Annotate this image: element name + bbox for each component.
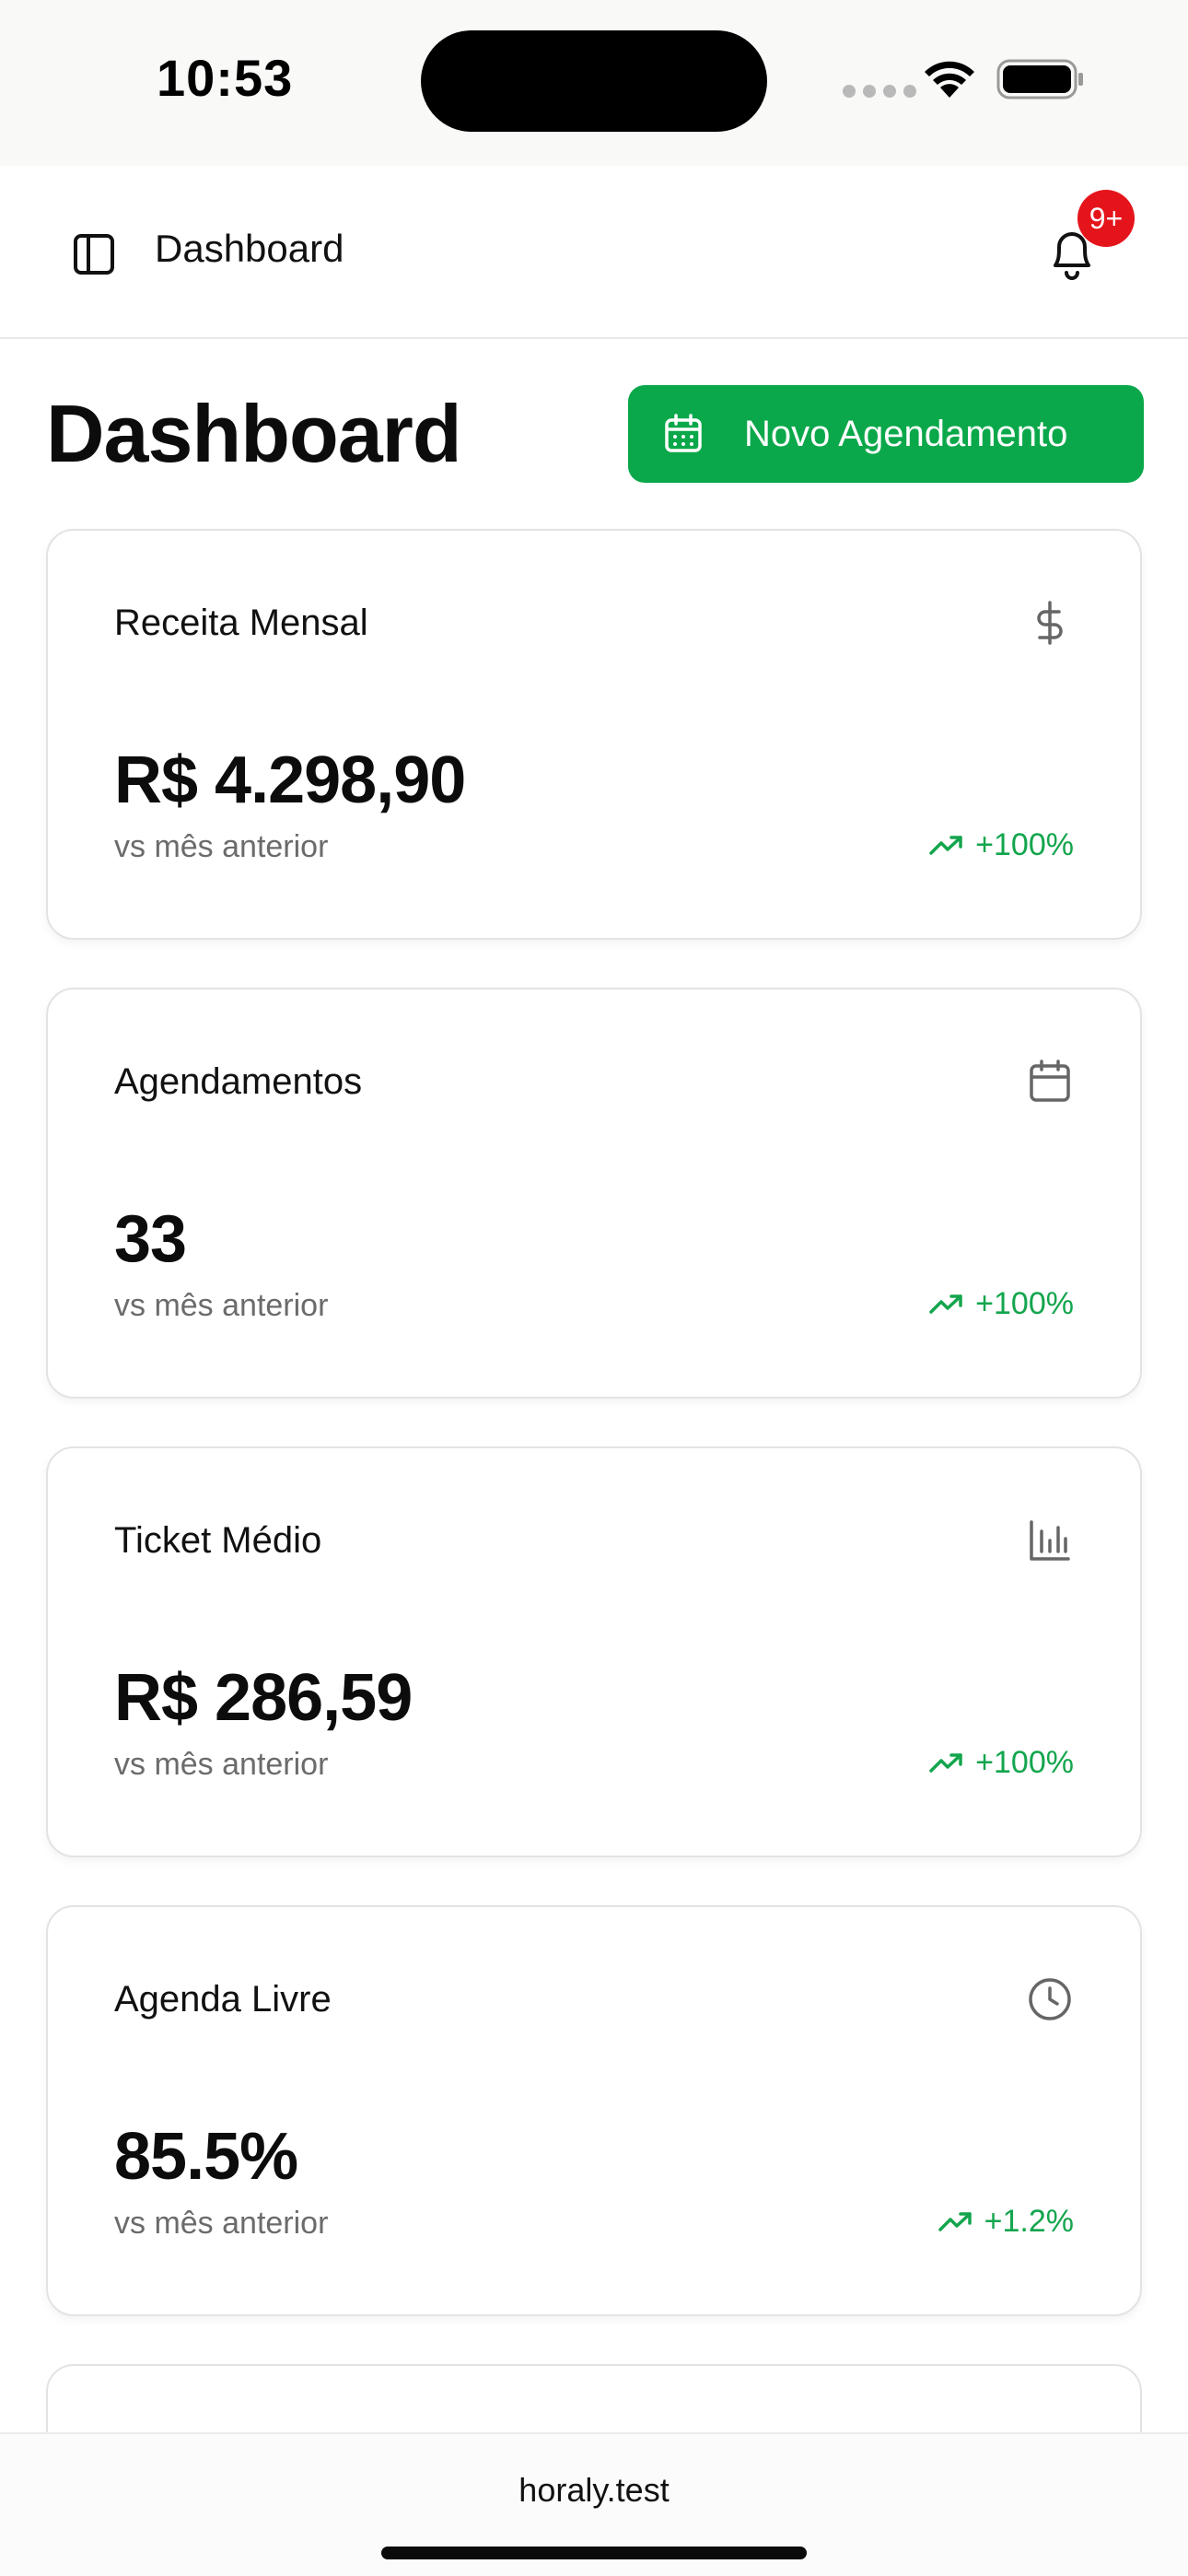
top-bar-title: Dashboard	[155, 227, 344, 270]
stat-card-appointments: Agendamentos 33 vs mês anterior +100%	[46, 988, 1142, 1399]
sidebar-toggle-icon[interactable]	[70, 230, 118, 278]
new-appointment-button[interactable]: Novo Agendamento	[628, 385, 1144, 483]
trend-indicator: +100%	[929, 1745, 1074, 1781]
trend-value: +100%	[975, 1745, 1074, 1780]
card-subtitle: vs mês anterior	[114, 2206, 329, 2241]
dollar-icon	[1037, 601, 1063, 645]
trend-value: +1.2%	[984, 2204, 1074, 2239]
card-subtitle: vs mês anterior	[114, 829, 329, 864]
cellular-signal-icon	[843, 85, 916, 98]
card-value: 85.5%	[114, 2120, 298, 2194]
card-title: Receita Mensal	[114, 603, 368, 643]
card-value: 33	[114, 1202, 187, 1276]
status-time: 10:53	[157, 49, 294, 107]
trend-indicator: +1.2%	[938, 2204, 1074, 2240]
home-indicator[interactable]	[381, 2547, 807, 2559]
clock-icon	[1029, 1978, 1071, 2020]
card-value: R$ 286,59	[114, 1661, 413, 1735]
stat-card-free-schedule: Agenda Livre 85.5% vs mês anterior +1.2%	[46, 1905, 1142, 2316]
trending-up-icon	[929, 1752, 962, 1773]
wifi-icon	[925, 61, 974, 98]
card-title: Agenda Livre	[114, 1979, 332, 2020]
card-title: Ticket Médio	[114, 1520, 322, 1561]
page-title: Dashboard	[46, 388, 462, 479]
trending-up-icon	[929, 835, 962, 855]
trend-indicator: +100%	[929, 1286, 1074, 1322]
card-subtitle: vs mês anterior	[114, 1747, 329, 1782]
status-bar: 10:53	[0, 0, 1188, 166]
top-bar: Dashboard	[0, 166, 1188, 339]
bar-chart-icon	[1030, 1520, 1070, 1561]
card-subtitle: vs mês anterior	[114, 1288, 329, 1323]
calendar-icon	[1030, 1060, 1070, 1102]
new-appointment-label: Novo Agendamento	[744, 413, 1068, 454]
notification-badge: 9+	[1077, 190, 1135, 247]
trend-indicator: +100%	[929, 827, 1074, 863]
battery-icon	[996, 59, 1083, 100]
card-title: Agendamentos	[114, 1061, 363, 1102]
trending-up-icon	[929, 1294, 962, 1314]
stat-card-monthly-revenue: Receita Mensal R$ 4.298,90 vs mês anteri…	[46, 529, 1142, 940]
stat-card-average-ticket: Ticket Médio R$ 286,59 vs mês anterior +…	[46, 1446, 1142, 1857]
calendar-icon	[665, 414, 702, 452]
browser-bottom-bar: horaly.test	[0, 2432, 1188, 2576]
trend-value: +100%	[975, 1286, 1074, 1321]
trend-value: +100%	[975, 827, 1074, 862]
address-bar-url[interactable]: horaly.test	[0, 2471, 1188, 2510]
card-value: R$ 4.298,90	[114, 744, 466, 817]
trending-up-icon	[938, 2211, 972, 2231]
dynamic-island	[421, 30, 767, 132]
